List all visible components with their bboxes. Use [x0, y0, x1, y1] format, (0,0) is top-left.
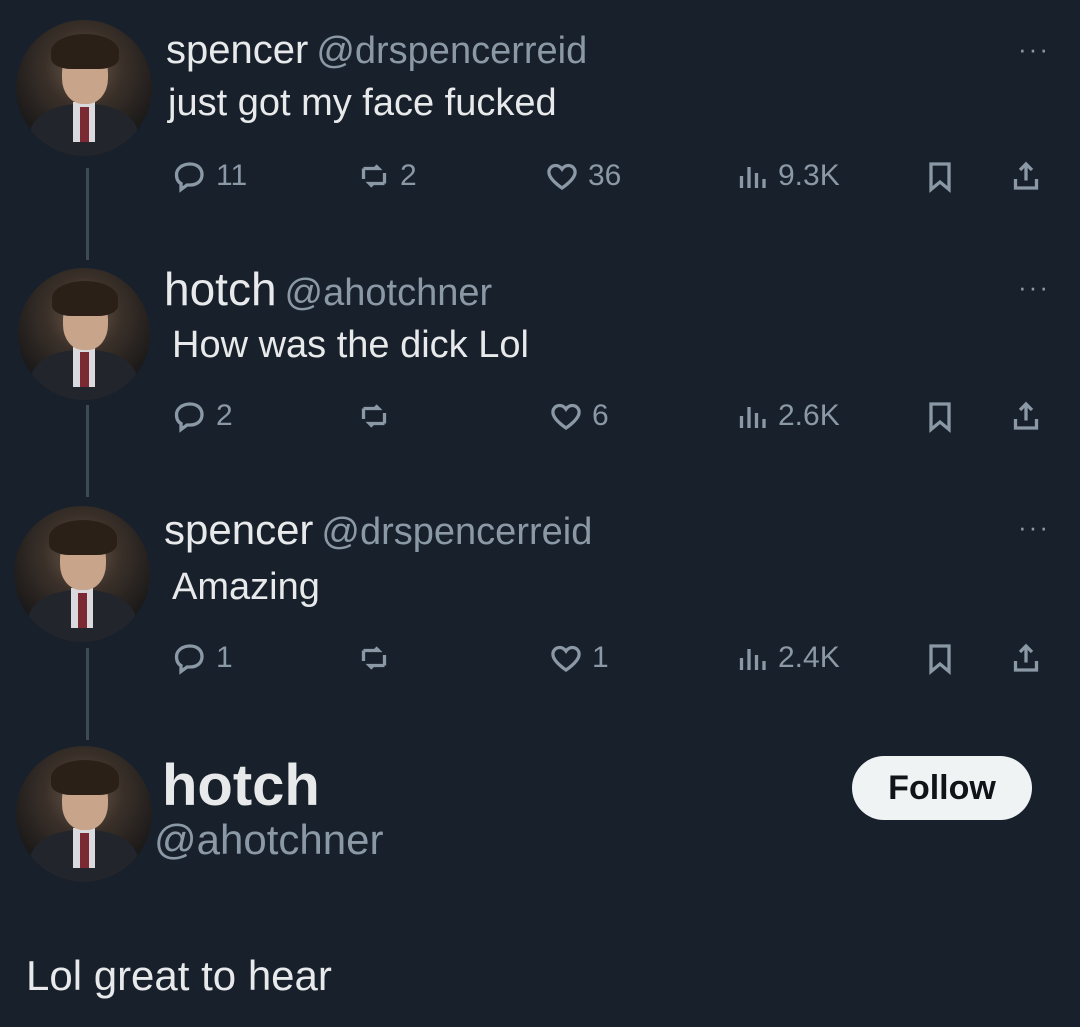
author-name[interactable]: hotch @ahotchner	[164, 262, 492, 316]
heart-icon	[547, 163, 577, 190]
bookmark-icon	[929, 162, 951, 194]
display-name[interactable]: hotch	[162, 752, 320, 819]
tweet-text: just got my face fucked	[168, 82, 557, 124]
like-button[interactable]: 6	[548, 398, 609, 434]
display-name[interactable]: hotch	[164, 263, 277, 315]
retweet-icon	[361, 646, 387, 670]
thread-line	[86, 405, 89, 497]
views-button[interactable]: 9.3K	[734, 158, 840, 194]
heart-icon	[551, 403, 581, 430]
tweet-text: Lol great to hear	[26, 952, 332, 999]
share-icon	[1013, 643, 1039, 672]
share-button[interactable]	[1008, 398, 1044, 434]
view-count: 9.3K	[778, 159, 840, 192]
views-button[interactable]: 2.6K	[734, 398, 840, 434]
share-button[interactable]	[1008, 640, 1044, 676]
share-button[interactable]	[1008, 158, 1044, 194]
reply-button[interactable]: 11	[172, 158, 247, 194]
thread-line	[86, 168, 89, 260]
more-options-icon[interactable]: ···	[1018, 512, 1050, 543]
reply-count: 2	[216, 399, 233, 432]
tweet-text: Amazing	[172, 566, 320, 608]
share-icon	[1013, 161, 1039, 190]
bookmark-button[interactable]	[922, 640, 958, 676]
handle[interactable]: @ahotchner	[154, 816, 383, 864]
avatar[interactable]	[16, 20, 152, 156]
bookmark-icon	[929, 644, 951, 676]
author-name[interactable]: spencer @drspencerreid	[164, 506, 592, 554]
bookmark-button[interactable]	[922, 158, 958, 194]
handle[interactable]: @ahotchner	[285, 272, 493, 314]
retweet-icon	[361, 404, 387, 428]
retweet-count: 2	[400, 159, 417, 192]
reply-icon	[174, 402, 204, 433]
more-options-icon[interactable]: ···	[1018, 34, 1050, 65]
follow-button[interactable]: Follow	[852, 756, 1032, 820]
views-icon	[739, 167, 766, 188]
bookmark-button[interactable]	[922, 398, 958, 434]
handle[interactable]: @drspencerreid	[316, 30, 587, 72]
like-button[interactable]: 1	[548, 640, 609, 676]
thread-line	[86, 648, 89, 740]
reply-count: 1	[216, 641, 233, 674]
views-icon	[739, 407, 766, 428]
heart-icon	[551, 645, 581, 672]
like-count: 36	[588, 159, 622, 192]
bookmark-icon	[929, 402, 951, 434]
like-button[interactable]: 36	[544, 158, 621, 194]
retweet-button[interactable]: 2	[356, 158, 417, 194]
view-count: 2.6K	[778, 399, 840, 432]
handle[interactable]: @drspencerreid	[321, 511, 592, 553]
reply-icon	[174, 162, 204, 193]
reply-icon	[174, 644, 204, 675]
avatar[interactable]	[18, 268, 150, 400]
views-icon	[739, 649, 766, 670]
tweet-text: How was the dick Lol	[172, 324, 529, 366]
reply-count: 11	[216, 159, 248, 192]
like-count: 1	[592, 641, 609, 674]
view-count: 2.4K	[778, 641, 840, 674]
like-count: 6	[592, 399, 609, 432]
retweet-button[interactable]	[356, 640, 400, 676]
reply-button[interactable]: 2	[172, 398, 233, 434]
retweet-icon	[361, 164, 387, 188]
avatar[interactable]	[14, 506, 150, 642]
display-name[interactable]: spencer	[166, 28, 308, 72]
avatar[interactable]	[16, 746, 152, 882]
more-options-icon[interactable]: ···	[1018, 272, 1050, 303]
display-name[interactable]: spencer	[164, 506, 313, 553]
reply-button[interactable]: 1	[172, 640, 233, 676]
share-icon	[1013, 401, 1039, 430]
author-name[interactable]: spencer @drspencerreid	[166, 28, 587, 73]
retweet-button[interactable]	[356, 398, 400, 434]
views-button[interactable]: 2.4K	[734, 640, 840, 676]
